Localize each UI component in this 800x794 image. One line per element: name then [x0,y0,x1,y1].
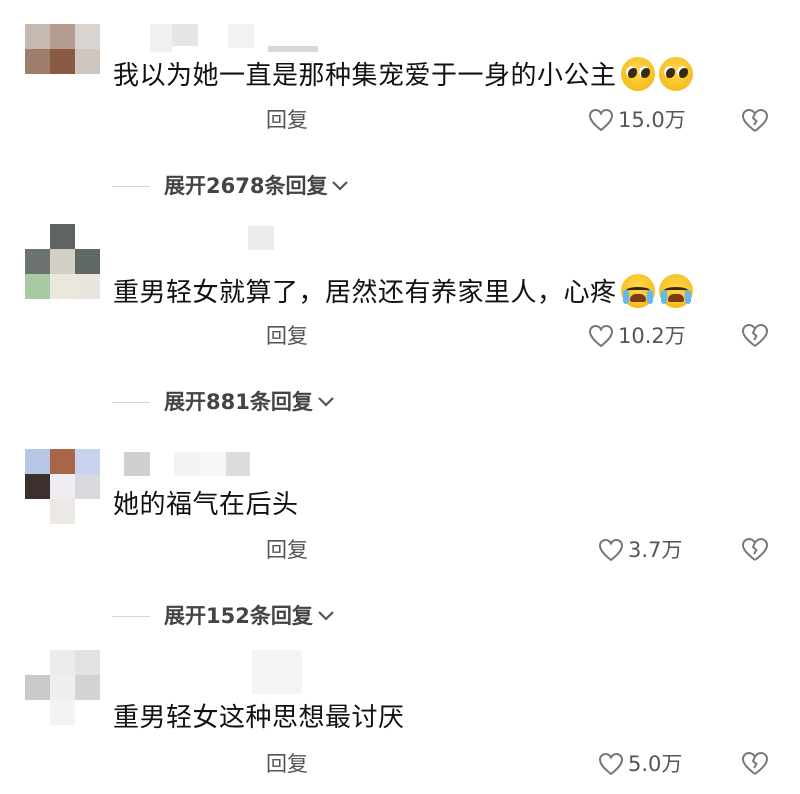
avatar[interactable] [25,449,100,524]
username[interactable] [124,452,250,476]
chevron-down-icon [318,397,334,407]
like-count: 10.2万 [618,324,686,348]
comment-text: 她的福气在后头 [113,490,299,520]
username[interactable] [248,226,274,250]
avatar[interactable] [25,650,100,725]
broken-heart-icon [742,752,768,775]
expand-replies[interactable]: 展开881条回复 [112,388,335,416]
username[interactable] [150,24,318,52]
broken-heart-icon [742,324,768,347]
chevron-down-icon [318,611,334,621]
expand-replies[interactable]: 展开2678条回复 [112,172,349,200]
reply-button[interactable]: 回复 [266,322,308,350]
chevron-down-icon [332,181,349,191]
divider [112,185,150,187]
dislike-button[interactable] [741,537,769,567]
dislike-button[interactable] [741,751,769,781]
dislike-button[interactable] [741,108,769,138]
reply-button[interactable]: 回复 [266,106,308,134]
dislike-button[interactable] [741,323,769,353]
avatar[interactable] [25,24,100,99]
like-count: 15.0万 [618,108,686,132]
broken-heart-icon [742,109,768,132]
pleading-face-icon [658,57,693,91]
broken-heart-icon [742,538,768,561]
like-button[interactable]: 5.0万 [598,750,682,778]
heart-outline-icon [598,752,624,776]
loudly-crying-face-icon [620,274,655,308]
divider [112,401,150,403]
avatar[interactable] [25,224,100,299]
divider [112,615,150,617]
loudly-crying-face-icon [658,274,693,308]
like-count: 5.0万 [628,752,683,776]
like-button[interactable]: 15.0万 [588,106,686,134]
heart-outline-icon [588,324,614,348]
comment-text: 我以为她一直是那种集宠爱于一身的小公主 [113,57,693,93]
like-button[interactable]: 3.7万 [598,536,682,564]
reply-button[interactable]: 回复 [266,536,308,564]
like-button[interactable]: 10.2万 [588,322,686,350]
expand-replies[interactable]: 展开152条回复 [112,602,335,630]
like-count: 3.7万 [628,538,683,562]
username[interactable] [226,650,302,694]
heart-outline-icon [598,538,624,562]
pleading-face-icon [620,57,655,91]
reply-button[interactable]: 回复 [266,750,308,778]
comment-text: 重男轻女就算了，居然还有养家里人，心疼 [113,274,693,310]
comment-text: 重男轻女这种思想最讨厌 [113,703,405,733]
heart-outline-icon [588,108,614,132]
